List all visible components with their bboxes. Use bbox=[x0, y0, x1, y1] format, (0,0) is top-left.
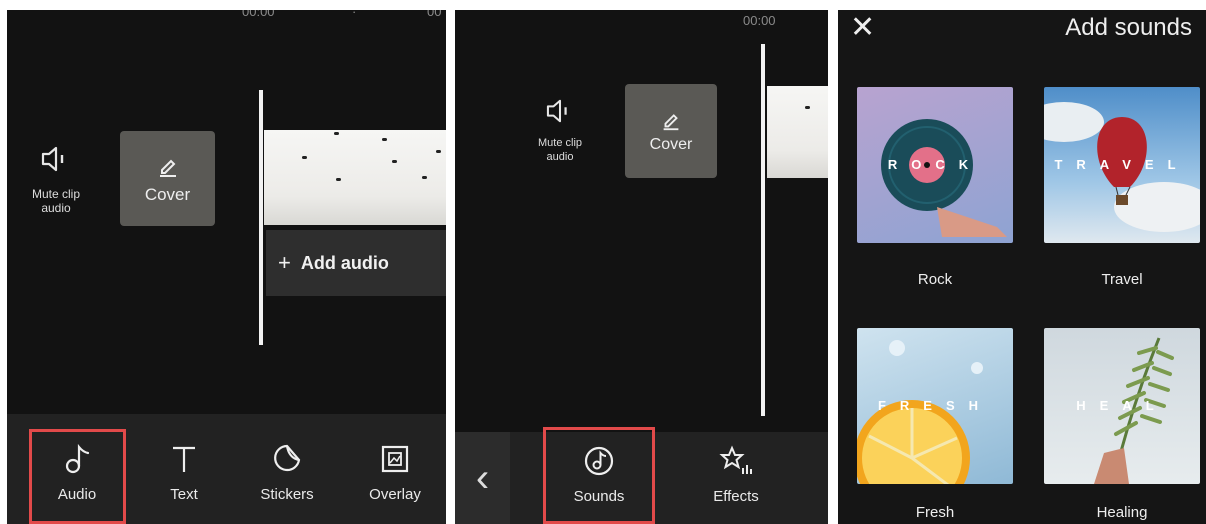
category-label-rock: Rock bbox=[917, 271, 953, 288]
cover-label: Cover bbox=[649, 136, 693, 153]
timeline-timestamp: 00:00 bbox=[242, 10, 275, 19]
overlay-icon bbox=[381, 445, 409, 473]
mute-label-line2: audio bbox=[546, 151, 574, 163]
speaker-icon bbox=[41, 146, 64, 172]
bird-mark bbox=[302, 156, 307, 159]
toolbar-stickers-label: Stickers bbox=[260, 486, 314, 503]
category-card-travel[interactable]: TRAVEL bbox=[1044, 87, 1200, 243]
toolbar-text-button[interactable]: Text bbox=[154, 442, 214, 503]
editor-panel-audio: 00:00 · 00 Mute clip audio Cover + Add a… bbox=[7, 10, 446, 524]
video-clip-thumbnail[interactable] bbox=[767, 86, 828, 178]
text-icon bbox=[173, 446, 195, 472]
timeline-dot: · bbox=[352, 10, 357, 19]
category-label-healing: Healing bbox=[1096, 504, 1148, 521]
bird-mark bbox=[392, 160, 397, 163]
close-icon[interactable]: ✕ bbox=[850, 10, 875, 45]
video-clip-thumbnail[interactable] bbox=[264, 130, 446, 225]
bottom-toolbar: ‹ Sounds Effects bbox=[455, 427, 828, 524]
playhead[interactable] bbox=[761, 44, 765, 416]
toolbar-overlay-label: Overlay bbox=[369, 486, 421, 503]
bird-mark bbox=[334, 132, 339, 135]
bird-mark bbox=[336, 178, 341, 181]
sticker-icon bbox=[274, 444, 301, 472]
speaker-icon bbox=[546, 99, 567, 123]
toolbar-effects-button[interactable]: Effects bbox=[700, 444, 772, 505]
timeline-timestamp-right: 00 bbox=[427, 10, 442, 19]
toolbar-effects-label: Effects bbox=[713, 488, 759, 505]
category-card-healing[interactable]: HEAL bbox=[1044, 328, 1200, 484]
toolbar-text-label: Text bbox=[170, 486, 198, 503]
mute-clip-audio-button[interactable]: Mute clip audio bbox=[21, 145, 91, 215]
toolbar-audio-button[interactable]: Audio bbox=[47, 442, 107, 503]
timeline-timestamp: 00:00 bbox=[743, 13, 776, 28]
cover-label: Cover bbox=[144, 184, 191, 204]
category-label-fresh: Fresh bbox=[915, 504, 955, 521]
add-audio-label: Add audio bbox=[300, 252, 389, 273]
toolbar-overlay-button[interactable]: Overlay bbox=[355, 442, 435, 503]
toolbar-audio-label: Audio bbox=[57, 486, 97, 503]
music-note-icon bbox=[65, 443, 90, 474]
toolbar-sounds-label: Sounds bbox=[573, 488, 625, 505]
mute-label-line1: Mute clip bbox=[537, 137, 583, 149]
playhead[interactable] bbox=[259, 90, 263, 345]
page-title: Add sounds bbox=[1065, 14, 1192, 41]
mute-label-line2: audio bbox=[41, 201, 71, 215]
add-audio-button[interactable]: + Add audio bbox=[266, 230, 446, 296]
cover-button[interactable]: Cover bbox=[120, 131, 215, 226]
plus-icon: + bbox=[278, 250, 291, 275]
card-overlay-text: TRAVEL bbox=[1054, 157, 1190, 172]
bird-mark bbox=[422, 176, 427, 179]
card-overlay-text: HEAL bbox=[1076, 398, 1168, 413]
category-card-fresh[interactable]: FRESH bbox=[857, 328, 1013, 484]
toolbar-sounds-button[interactable]: Sounds bbox=[563, 444, 635, 505]
card-overlay-text: ROCK bbox=[887, 157, 983, 172]
bottom-toolbar: Audio Text Stickers Overlay bbox=[7, 414, 446, 524]
bird-mark bbox=[436, 150, 441, 153]
editor-panel-sounds: 00:00 Mute clip audio Cover ‹ Sounds Eff… bbox=[455, 10, 828, 524]
bird-mark bbox=[805, 106, 810, 109]
bird-mark bbox=[382, 138, 387, 141]
category-card-rock[interactable]: ROCK bbox=[857, 87, 1013, 243]
effects-icon bbox=[719, 445, 752, 474]
mute-clip-audio-button[interactable]: Mute clip audio bbox=[525, 98, 595, 164]
mute-label-line1: Mute clip bbox=[31, 187, 81, 201]
toolbar-stickers-button[interactable]: Stickers bbox=[247, 442, 327, 503]
cover-button[interactable]: Cover bbox=[625, 84, 717, 178]
sounds-icon bbox=[584, 446, 614, 476]
card-overlay-text: FRESH bbox=[877, 398, 993, 413]
category-label-travel: Travel bbox=[1101, 271, 1143, 288]
edit-pencil-icon bbox=[159, 159, 176, 177]
back-button[interactable]: ‹ bbox=[455, 432, 510, 524]
add-sounds-panel: ✕ Add sounds ROCK Rock TRAVEL Travel FRE… bbox=[838, 10, 1206, 524]
edit-pencil-icon bbox=[663, 114, 679, 131]
chevron-left-icon: ‹ bbox=[475, 455, 490, 500]
